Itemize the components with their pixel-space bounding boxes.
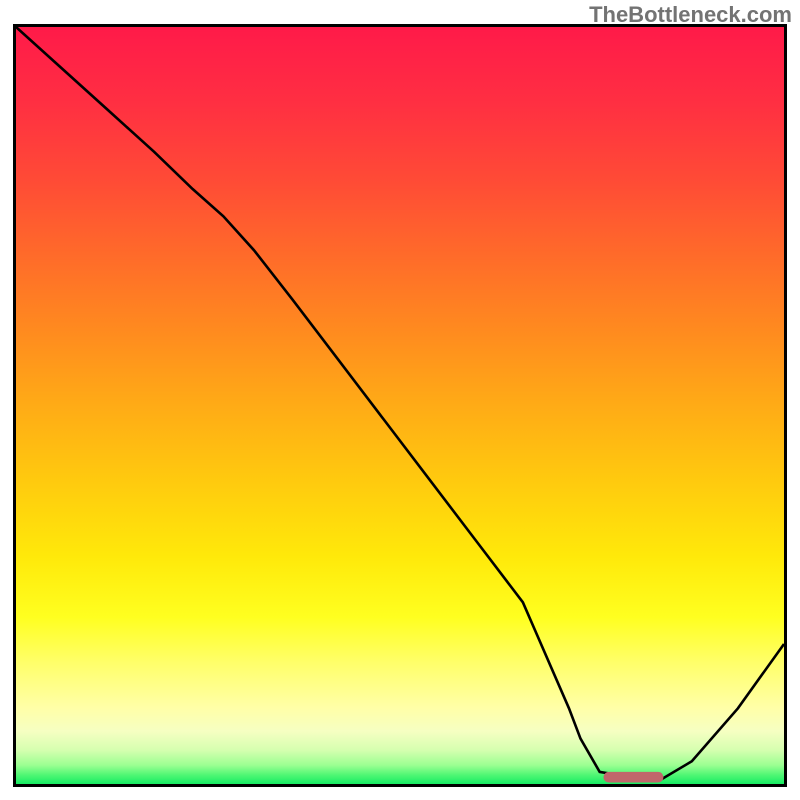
gradient-background xyxy=(16,27,784,784)
chart-frame xyxy=(13,24,787,787)
chart-plot-area xyxy=(16,27,784,784)
watermark-text: TheBottleneck.com xyxy=(589,2,792,28)
chart-svg xyxy=(16,27,784,784)
optimal-band-marker xyxy=(604,772,664,783)
